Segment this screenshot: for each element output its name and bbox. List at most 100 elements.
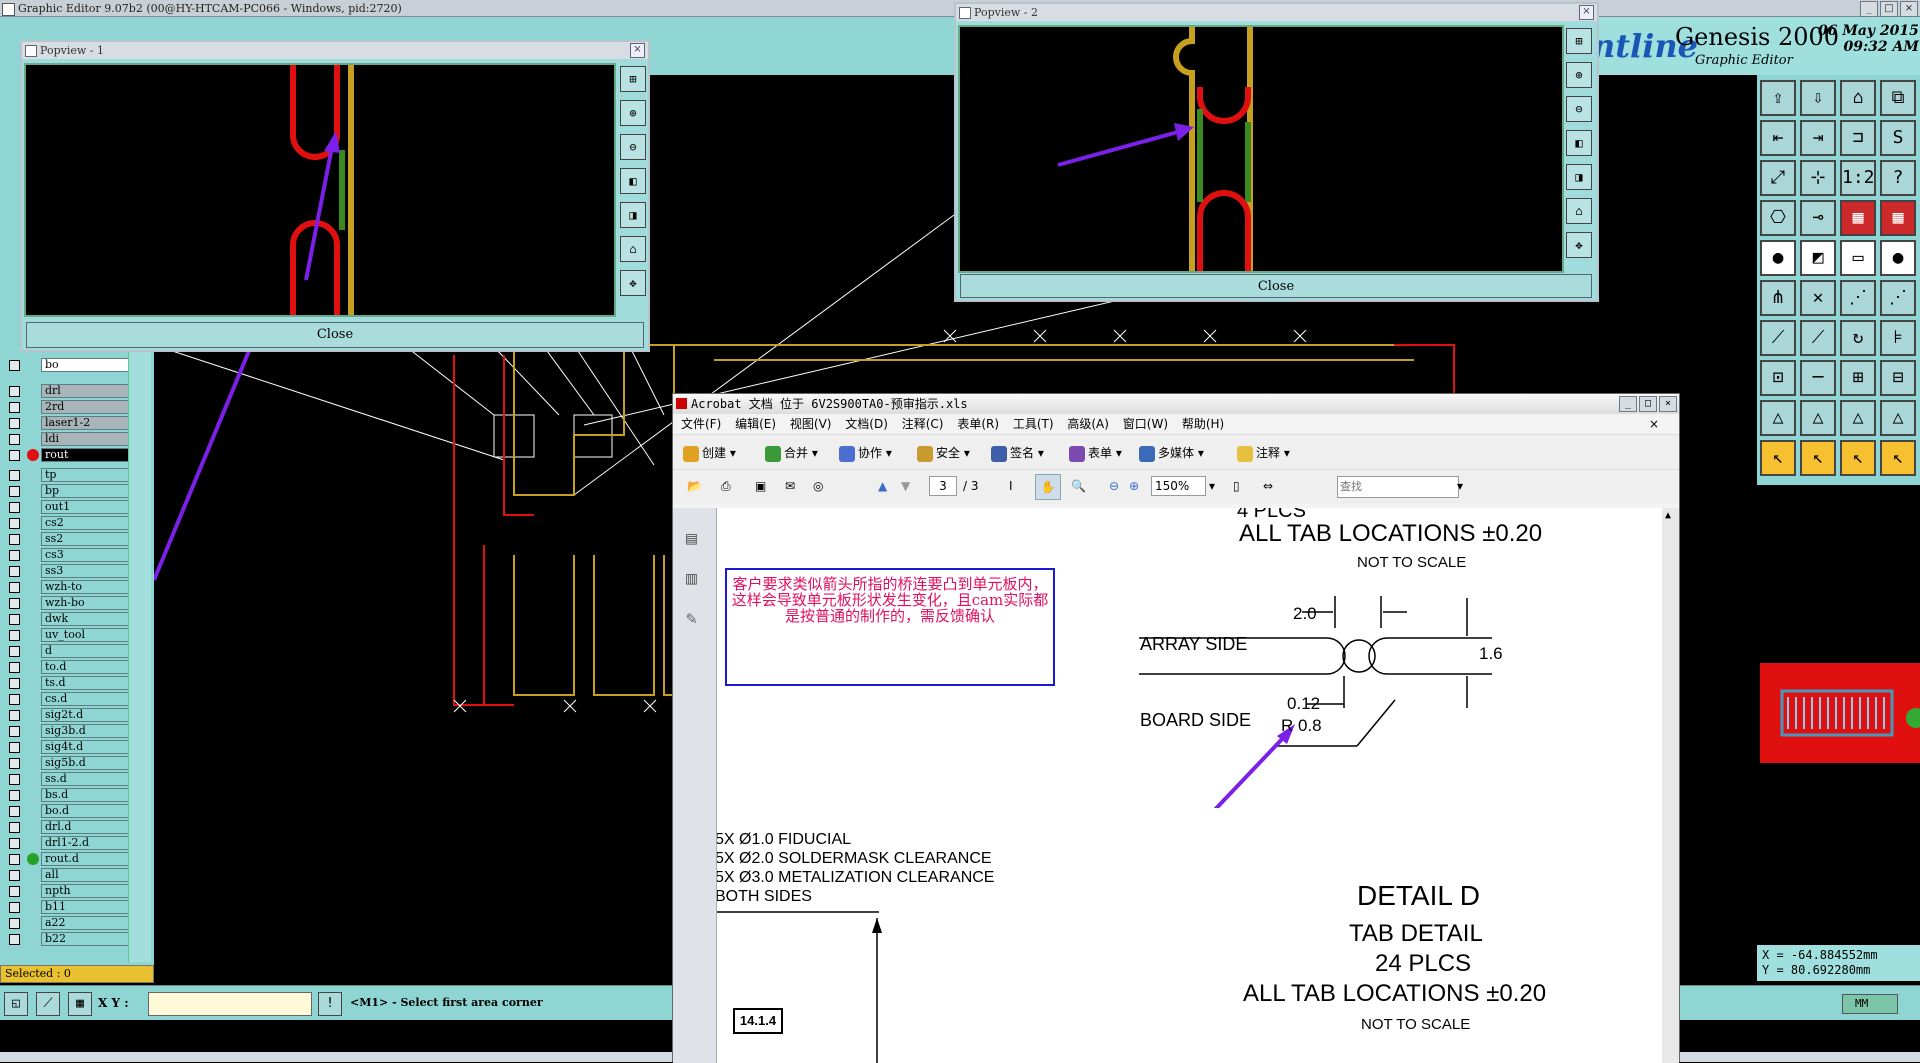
layer-name[interactable]: b11 (41, 900, 129, 914)
layer-checkbox[interactable] (9, 518, 20, 529)
layer-checkbox[interactable] (9, 402, 20, 413)
layer-checkbox[interactable] (9, 886, 20, 897)
layer-name[interactable]: wzh-bo (41, 596, 129, 610)
open-icon[interactable]: 📂 (687, 479, 702, 493)
area-select-icon[interactable]: ◱ (4, 992, 28, 1016)
layer-name[interactable]: uv_tool (41, 628, 129, 642)
layer-row[interactable]: ss3 (6, 564, 129, 578)
app-icon[interactable] (2, 3, 15, 16)
layer-checkbox[interactable] (9, 726, 20, 737)
layer-name[interactable]: npth (41, 884, 129, 898)
popview-2-close-button[interactable]: Close (960, 274, 1592, 298)
menu-comments[interactable]: 注释(C) (902, 417, 944, 431)
layer-name[interactable]: out1 (41, 500, 129, 514)
hand-tool-icon[interactable]: ✋ (1035, 474, 1061, 500)
layer-name[interactable]: d (41, 644, 129, 658)
layer-name[interactable]: dwk (41, 612, 129, 626)
layer-checkbox[interactable] (9, 678, 20, 689)
tool-button[interactable]: ⊧ (1880, 320, 1916, 356)
layer-name[interactable]: cs2 (41, 516, 129, 530)
layer-name[interactable]: ldi (41, 432, 129, 446)
layer-row[interactable]: wzh-to (6, 580, 129, 594)
layer-row[interactable]: rout (6, 448, 129, 462)
maximize-icon[interactable]: □ (1639, 396, 1657, 412)
layer-name[interactable]: all (41, 868, 129, 882)
tool-button[interactable]: ↻ (1840, 320, 1876, 356)
layer-checkbox[interactable] (9, 418, 20, 429)
search-dropdown-icon[interactable]: ▾ (1457, 479, 1463, 493)
next-page-icon[interactable]: ▼ (901, 479, 910, 493)
layer-row[interactable]: dwk (6, 612, 129, 626)
menu-tools[interactable]: 工具(T) (1013, 417, 1054, 431)
acrobat-app-icon[interactable] (676, 398, 687, 409)
layer-row[interactable]: npth (6, 884, 129, 898)
layer-name[interactable]: sig3b.d (41, 724, 129, 738)
layer-name[interactable]: rout.d (41, 852, 129, 866)
zoom-out-icon[interactable]: ⊖ (1566, 96, 1592, 122)
layer-checkbox[interactable] (9, 486, 20, 497)
layer-row[interactable]: wzh-bo (6, 596, 129, 610)
popview-1-close-button[interactable]: Close (26, 322, 644, 348)
tool-button[interactable]: ▭ (1840, 240, 1876, 276)
minimize-icon[interactable]: _ (1619, 396, 1637, 412)
tool-button[interactable]: △ (1760, 400, 1796, 436)
zoom-in-icon[interactable]: ⊕ (1129, 479, 1139, 493)
unit-selector[interactable]: MM (1842, 994, 1898, 1014)
tool-button[interactable]: ↖ (1880, 440, 1916, 476)
tool-button[interactable]: ⇥ (1800, 120, 1836, 156)
panel-thumbnail[interactable] (1760, 663, 1920, 763)
tool-button[interactable]: △ (1880, 400, 1916, 436)
layer-row[interactable]: bs.d (6, 788, 129, 802)
tool-button[interactable]: ● (1880, 240, 1916, 276)
layer-checkbox[interactable] (9, 360, 20, 371)
grid-icon[interactable]: ▦ (68, 992, 92, 1016)
layer-checkbox[interactable] (9, 838, 20, 849)
toolbar-button[interactable]: 签名 ▾ (991, 444, 1044, 462)
xy-input[interactable] (148, 992, 312, 1016)
layer-checkbox[interactable] (9, 662, 20, 673)
layer-name[interactable]: rout (41, 448, 129, 462)
layer-name[interactable]: ss2 (41, 532, 129, 546)
layer-row[interactable]: laser1-2 (6, 416, 129, 430)
tool-button[interactable]: ? (1880, 160, 1916, 196)
scroll-up-icon[interactable]: ▲ (1665, 510, 1671, 521)
layer-name[interactable]: sig4t.d (41, 740, 129, 754)
layer-row[interactable]: to.d (6, 660, 129, 674)
bookmarks-icon[interactable]: ▥ (686, 568, 697, 589)
close-icon[interactable]: × (1900, 1, 1918, 17)
layer-row[interactable]: a22 (6, 916, 129, 930)
tool-button[interactable]: ⇪ (1760, 80, 1796, 116)
layer-name[interactable]: ts.d (41, 676, 129, 690)
layer-checkbox[interactable] (9, 742, 20, 753)
tool-button[interactable]: ⋔ (1760, 280, 1796, 316)
tool-button[interactable]: ↖ (1760, 440, 1796, 476)
layer-row[interactable]: bo.d (6, 804, 129, 818)
layer-name[interactable]: cs3 (41, 548, 129, 562)
layer-row[interactable]: ts.d (6, 676, 129, 690)
tool-button[interactable]: ⋰ (1880, 280, 1916, 316)
layer-row[interactable]: uv_tool (6, 628, 129, 642)
tool-button[interactable]: ⇩ (1800, 80, 1836, 116)
tool-button[interactable]: ● (1760, 240, 1796, 276)
layer-checkbox[interactable] (9, 822, 20, 833)
layer-checkbox[interactable] (9, 630, 20, 641)
layer-checkbox[interactable] (9, 758, 20, 769)
close-icon[interactable]: × (1579, 5, 1594, 20)
toolbar-button[interactable]: 注释 ▾ (1237, 444, 1290, 462)
layer-row[interactable]: sig5b.d (6, 756, 129, 770)
toolbar-button[interactable]: 表单 ▾ (1069, 444, 1122, 462)
maximize-icon[interactable]: □ (1880, 1, 1898, 17)
fit-width-icon[interactable]: ⇔ (1263, 479, 1273, 493)
layer-row[interactable]: ss2 (6, 532, 129, 546)
layer-row[interactable]: drl (6, 384, 129, 398)
layer-name[interactable]: a22 (41, 916, 129, 930)
zoom-dropdown-icon[interactable]: ▾ (1209, 479, 1215, 493)
layer-name[interactable]: sig5b.d (41, 756, 129, 770)
tool-button[interactable]: ⎔ (1760, 200, 1796, 236)
layer-checkbox[interactable] (9, 598, 20, 609)
layer-name[interactable]: drl1-2.d (41, 836, 129, 850)
layer-name[interactable]: to.d (41, 660, 129, 674)
tool-button[interactable]: ─ (1800, 360, 1836, 396)
tool-button[interactable]: ⊸ (1800, 200, 1836, 236)
save-icon[interactable]: ▣ (755, 479, 766, 493)
